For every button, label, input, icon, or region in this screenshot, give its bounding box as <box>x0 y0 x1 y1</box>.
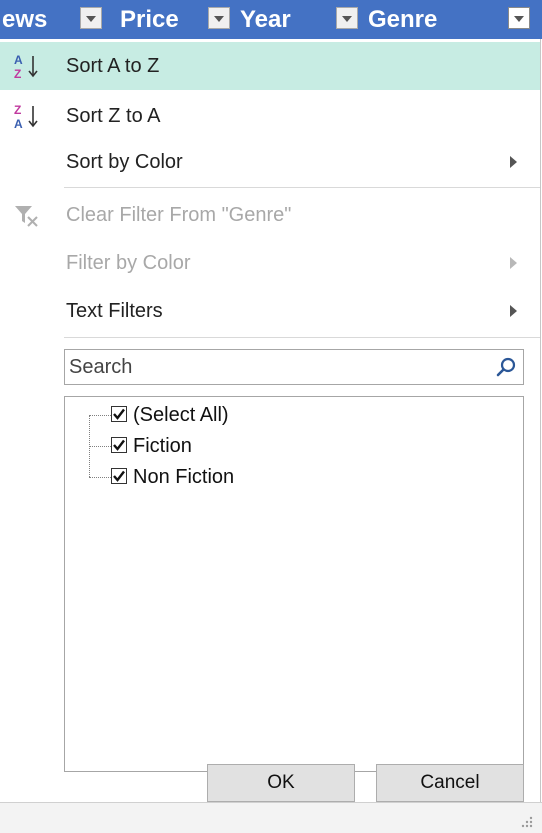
menu-item-sort-z-to-a[interactable]: Z A Sort Z to A <box>0 92 540 140</box>
column-header-price[interactable]: Price <box>120 6 179 34</box>
filter-values-list: (Select All) Fiction Non Fiction <box>64 396 524 772</box>
submenu-arrow-icon <box>510 156 517 168</box>
clear-filter-label: Clear Filter From "Genre" <box>66 204 292 226</box>
checkmark-icon <box>113 408 125 420</box>
sort-a-to-z-label: Sort A to Z <box>66 55 160 77</box>
clear-filter-icon <box>15 206 38 227</box>
search-input[interactable] <box>69 352 479 382</box>
submenu-arrow-icon <box>510 305 517 317</box>
filter-dropdown-button-price[interactable] <box>208 7 230 29</box>
table-header-row: ews Price Year Genre <box>0 0 542 39</box>
list-item-label: (Select All) <box>133 404 229 426</box>
menu-item-text-filters[interactable]: Text Filters <box>0 287 540 335</box>
list-item-label: Fiction <box>133 435 192 457</box>
cancel-button[interactable]: Cancel <box>376 764 524 802</box>
column-header-reviews[interactable]: ews <box>2 6 47 34</box>
resize-grip-icon[interactable] <box>520 815 534 829</box>
search-icon[interactable] <box>495 356 517 378</box>
checkbox-checked[interactable] <box>111 437 127 453</box>
checkmark-icon <box>113 470 125 482</box>
svg-text:A: A <box>14 53 23 67</box>
tree-connector <box>89 477 111 478</box>
resize-bar <box>0 802 542 833</box>
search-box <box>64 349 524 385</box>
filter-by-color-label: Filter by Color <box>66 252 191 274</box>
text-filters-label: Text Filters <box>66 300 163 322</box>
sort-z-to-a-label: Sort Z to A <box>66 105 161 127</box>
menu-separator <box>64 337 540 338</box>
submenu-arrow-icon <box>510 257 517 269</box>
checkbox-checked[interactable] <box>111 406 127 422</box>
column-header-genre[interactable]: Genre <box>368 6 437 34</box>
sort-by-color-label: Sort by Color <box>66 151 183 173</box>
column-header-year[interactable]: Year <box>240 6 291 34</box>
tree-connector <box>89 446 111 447</box>
checkmark-icon <box>113 439 125 451</box>
ok-button[interactable]: OK <box>207 764 355 802</box>
menu-item-filter-by-color[interactable]: Filter by Color <box>0 239 540 287</box>
autofilter-menu: A Z Sort A to Z Z A Sort Z to A Sort by … <box>0 39 541 802</box>
sort-ascending-icon: A Z <box>14 53 38 80</box>
svg-text:Z: Z <box>14 103 21 117</box>
svg-text:A: A <box>14 117 23 130</box>
menu-item-clear-filter[interactable]: Clear Filter From "Genre" <box>0 191 540 239</box>
filter-dropdown-button-reviews[interactable] <box>80 7 102 29</box>
tree-connector <box>89 415 111 416</box>
checkbox-checked[interactable] <box>111 468 127 484</box>
filter-dropdown-button-year[interactable] <box>336 7 358 29</box>
sort-descending-icon: Z A <box>14 103 38 130</box>
menu-item-sort-a-to-z[interactable]: A Z Sort A to Z <box>0 42 540 90</box>
list-item-label: Non Fiction <box>133 466 235 488</box>
menu-separator <box>64 187 540 188</box>
menu-item-sort-by-color[interactable]: Sort by Color <box>0 138 540 186</box>
filter-dropdown-button-genre[interactable] <box>508 7 530 29</box>
svg-text:Z: Z <box>14 67 21 80</box>
